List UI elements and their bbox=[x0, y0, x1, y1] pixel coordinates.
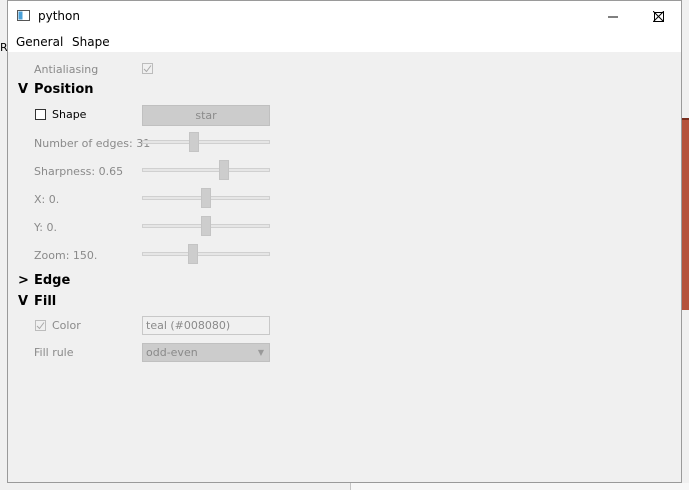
x-slider-handle[interactable] bbox=[201, 188, 211, 208]
zoom-slider-track[interactable] bbox=[142, 252, 270, 256]
position-section-title[interactable]: Position bbox=[34, 82, 94, 97]
chevron-down-icon: ▼ bbox=[257, 348, 264, 357]
edge-section-title[interactable]: Edge bbox=[34, 273, 70, 288]
fill-rule-label: Fill rule bbox=[34, 346, 74, 359]
menu-bar: General Shape bbox=[8, 32, 681, 52]
window-title: python bbox=[38, 9, 80, 23]
color-value-field[interactable]: teal (#008080) bbox=[142, 316, 270, 335]
checkmark-icon bbox=[143, 65, 152, 73]
antialiasing-label: Antialiasing bbox=[34, 63, 99, 76]
edges-slider-track[interactable] bbox=[142, 140, 270, 144]
title-bar[interactable]: python bbox=[8, 1, 681, 32]
fill-rule-select[interactable]: odd-even ▼ bbox=[142, 343, 270, 362]
close-icon bbox=[652, 11, 664, 22]
background-window-right bbox=[682, 118, 689, 310]
position-toggle[interactable]: V bbox=[18, 82, 28, 97]
app-window: python General Shape Antialiasing V Posi… bbox=[7, 0, 682, 483]
y-label: Y: 0. bbox=[34, 221, 57, 234]
color-label: Color bbox=[52, 319, 81, 332]
shape-star-button[interactable]: star bbox=[142, 105, 270, 126]
close-button[interactable] bbox=[635, 1, 681, 32]
fill-section-title[interactable]: Fill bbox=[34, 294, 56, 309]
fill-toggle[interactable]: V bbox=[18, 294, 28, 309]
zoom-label: Zoom: 150. bbox=[34, 249, 98, 262]
menu-shape[interactable]: Shape bbox=[72, 35, 110, 49]
menu-general[interactable]: General bbox=[16, 35, 63, 49]
settings-panel: Antialiasing V Position Shape star Numbe… bbox=[8, 52, 681, 482]
sharpness-label: Sharpness: 0.65 bbox=[34, 165, 124, 178]
minimize-icon bbox=[608, 16, 618, 17]
checkmark-icon bbox=[36, 322, 45, 330]
shape-checkbox[interactable] bbox=[35, 109, 46, 120]
fill-rule-value: odd-even bbox=[146, 346, 198, 359]
edges-label: Number of edges: 31 bbox=[34, 137, 151, 150]
sharpness-slider-handle[interactable] bbox=[218, 160, 229, 180]
color-checkbox[interactable] bbox=[35, 320, 46, 331]
background-window-left: R bbox=[0, 38, 8, 54]
sharpness-slider-track[interactable] bbox=[142, 168, 270, 172]
zoom-slider-handle[interactable] bbox=[188, 244, 199, 264]
background-window-bottom bbox=[350, 483, 689, 490]
edge-toggle[interactable]: > bbox=[18, 273, 29, 288]
python-window-icon bbox=[17, 10, 30, 21]
edges-slider-handle[interactable] bbox=[189, 132, 200, 152]
minimize-button[interactable] bbox=[590, 1, 636, 32]
x-label: X: 0. bbox=[34, 193, 60, 206]
y-slider-handle[interactable] bbox=[201, 216, 211, 236]
antialiasing-checkbox[interactable] bbox=[142, 63, 153, 74]
shape-checkbox-label: Shape bbox=[52, 108, 87, 121]
